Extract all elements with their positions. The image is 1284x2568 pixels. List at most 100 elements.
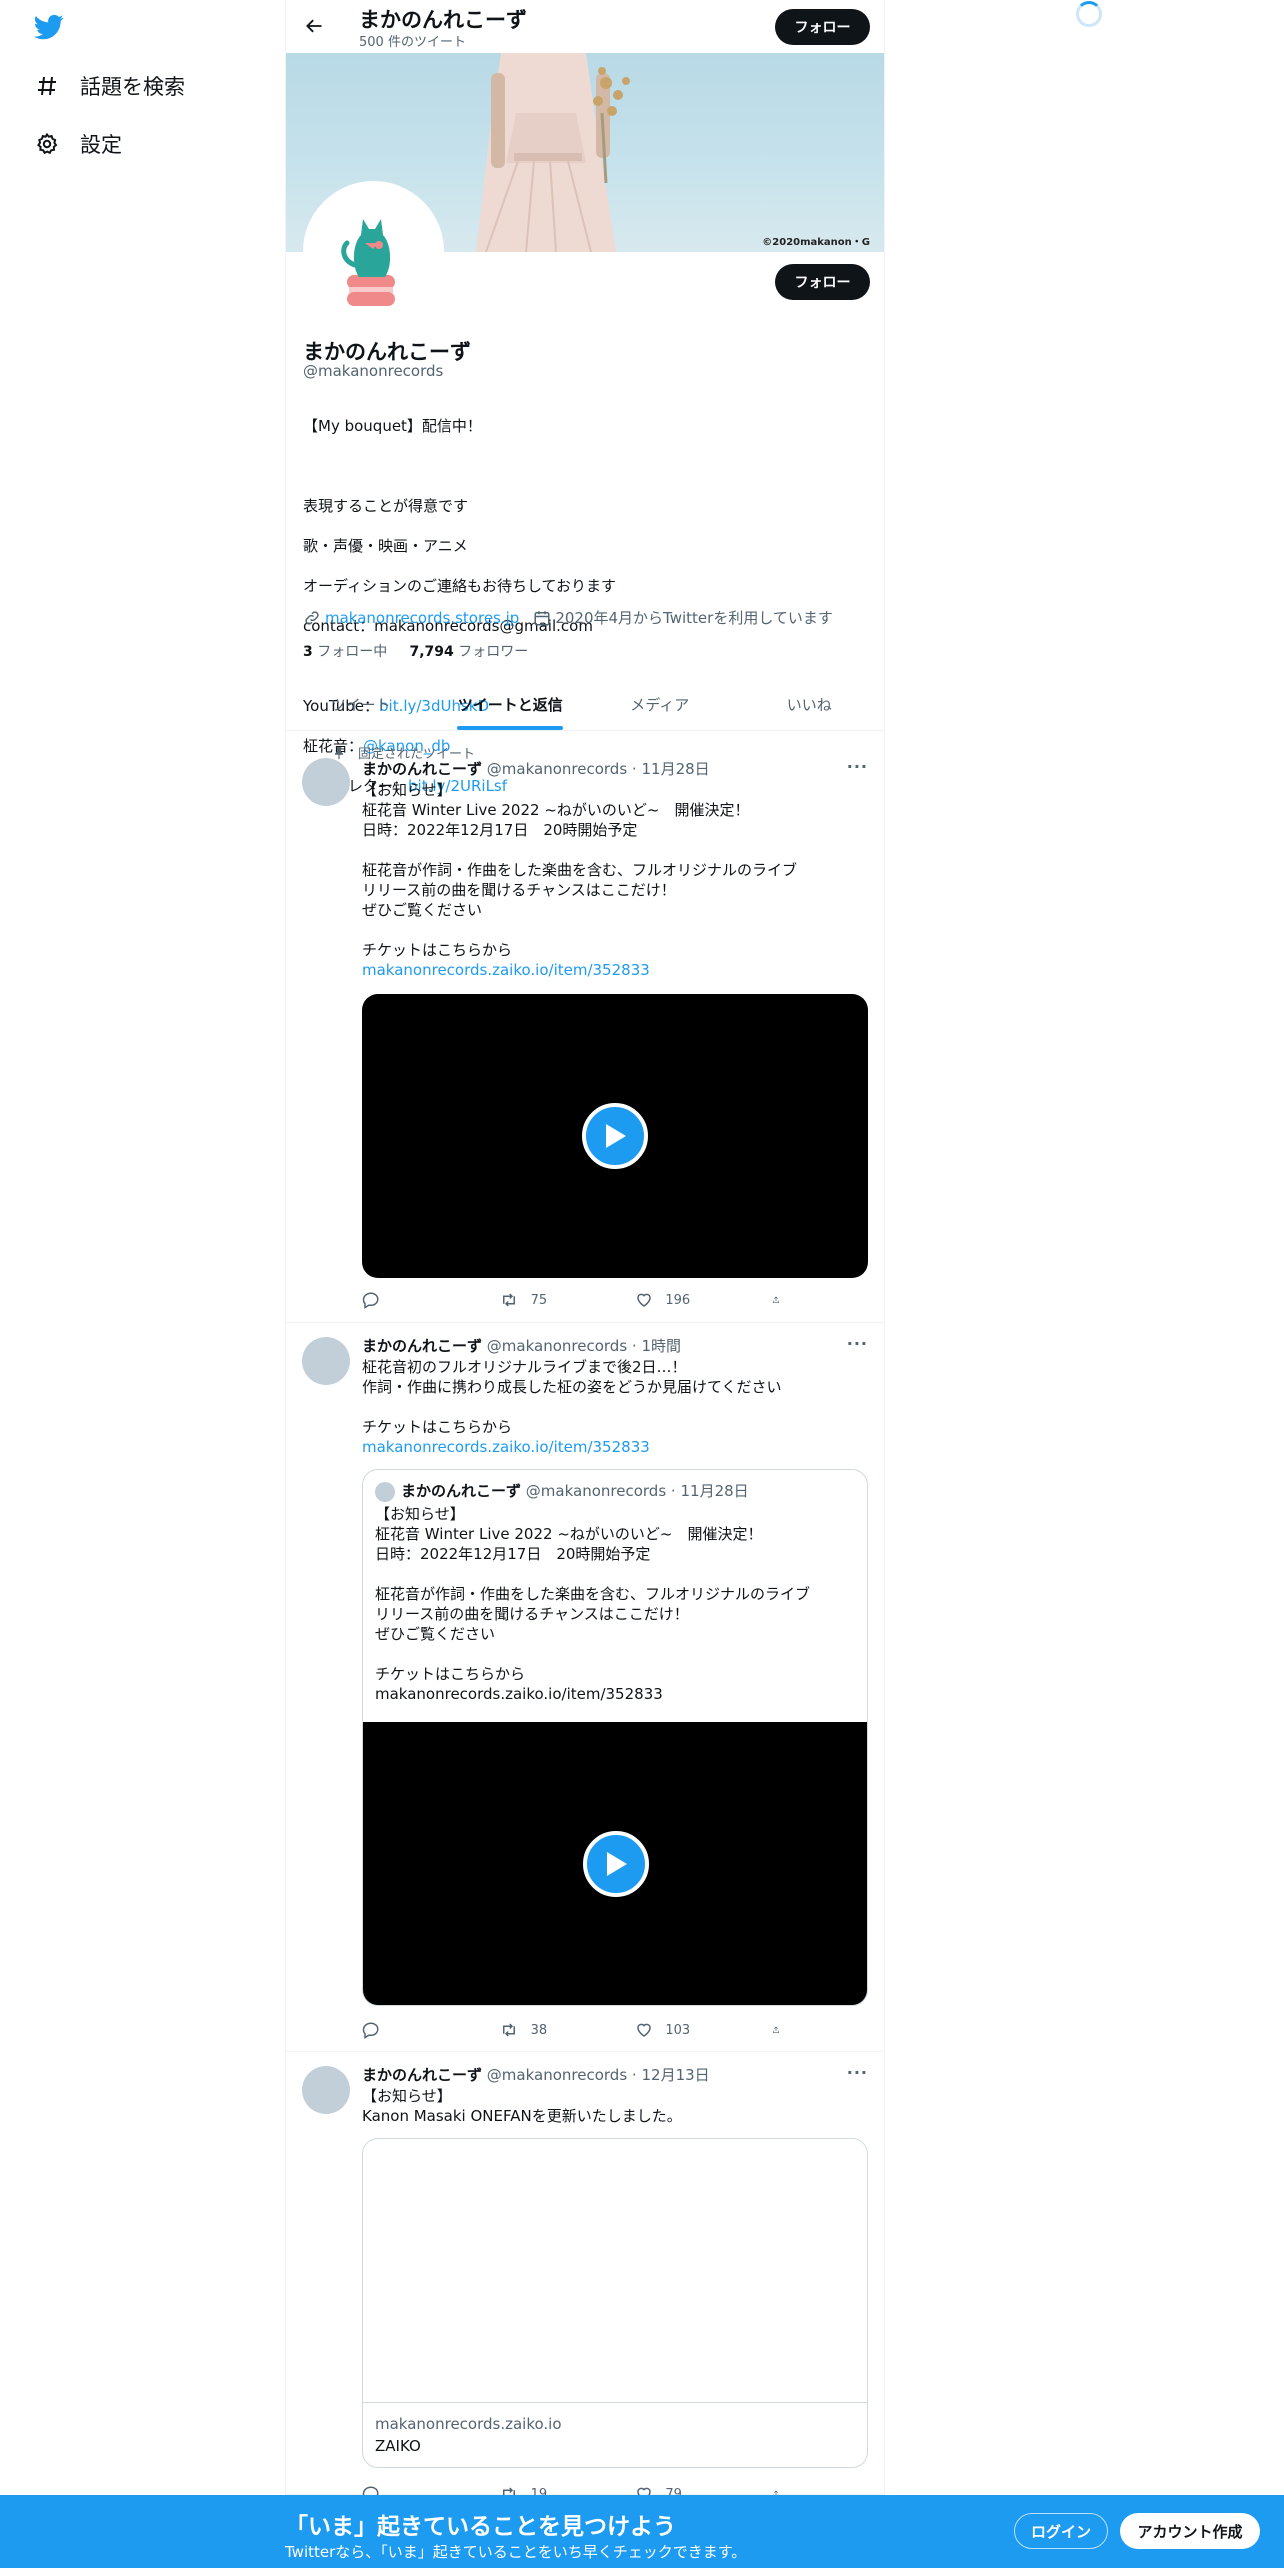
- play-button-icon[interactable]: [582, 1103, 648, 1169]
- avatar[interactable]: [302, 1337, 350, 1385]
- followers-link[interactable]: 7,794 フォロワー: [409, 644, 528, 660]
- author-handle[interactable]: @makanonrecords: [487, 760, 627, 778]
- bio-blank-line: [303, 456, 616, 476]
- signup-banner-subtitle: Twitterなら、「いま」起きていることをいち早くチェックできます。: [285, 2543, 747, 2561]
- tweet-header: まかのんれこーず @makanonrecords · 12月13日: [362, 2066, 710, 2084]
- retweet-button[interactable]: 75: [499, 1290, 619, 1310]
- sidebar-item-settings[interactable]: 設定: [34, 122, 122, 166]
- retweet-icon: [502, 1293, 515, 1307]
- signup-banner: 「いま」起きていることを見つけよう Twitterなら、「いま」起きていることを…: [0, 2495, 1284, 2568]
- tweet-time[interactable]: 1時間: [641, 1337, 681, 1355]
- author-name: まかのんれこーず: [401, 1482, 522, 1500]
- retweet-count: 38: [530, 2022, 548, 2038]
- tweet-actions: 75 196: [362, 1290, 792, 1310]
- share-icon: [772, 2026, 779, 2033]
- page-title: まかのんれこーず: [359, 8, 527, 32]
- tweet-text: 【お知らせ】 柾花音 Winter Live 2022 ~ねがいのいど~ 開催決…: [362, 781, 798, 980]
- share-button[interactable]: [772, 2020, 792, 2040]
- bio-line: 歌・声優・映画・アニメ: [303, 537, 468, 555]
- banner-credit: ©2020makanon・G: [762, 237, 870, 248]
- profile-timeline-column: まかのんれこーず 500 件のツイート フォロー ©2020makanon・G: [285, 0, 885, 2568]
- follow-button[interactable]: フォロー: [775, 9, 870, 45]
- reply-button[interactable]: [362, 2020, 482, 2040]
- card-image: [363, 2139, 867, 2403]
- profile-header-bar: まかのんれこーず 500 件のツイート フォロー: [286, 0, 884, 53]
- website-link[interactable]: makanonrecords.stores.jp: [325, 609, 519, 627]
- like-count: 196: [665, 1292, 691, 1308]
- follow-counts: 3 フォロー中 7,794 フォロワー: [303, 641, 528, 661]
- like-count: 103: [665, 2022, 691, 2038]
- author-name[interactable]: まかのんれこーず: [362, 2066, 482, 2084]
- signup-button[interactable]: アカウント作成: [1120, 2513, 1260, 2549]
- like-button[interactable]: 103: [635, 2020, 755, 2040]
- video-player[interactable]: [362, 994, 868, 1278]
- profile-meta: makanonrecords.stores.jp 2020年4月からTwitte…: [303, 607, 847, 628]
- profile-avatar[interactable]: [303, 181, 444, 322]
- signup-banner-title: 「いま」起きていることを見つけよう: [285, 2514, 676, 2540]
- pin-icon: [334, 746, 344, 759]
- avatar: [375, 1482, 395, 1502]
- profile-handle: @makanonrecords: [303, 362, 444, 380]
- tweet[interactable]: まかのんれこーず @makanonrecords · 1時間 ··· 柾花音初の…: [286, 1323, 884, 2052]
- bio-line: 表現することが得意です: [303, 497, 469, 515]
- quoted-tweet[interactable]: まかのんれこーず @makanonrecords · 11月28日 【お知らせ】…: [362, 1469, 868, 2006]
- following-link[interactable]: 3 フォロー中: [303, 644, 387, 660]
- website-item: makanonrecords.stores.jp: [303, 609, 519, 627]
- ticket-link[interactable]: makanonrecords.zaiko.io/item/352833: [362, 1437, 782, 1457]
- card-domain: makanonrecords.zaiko.io: [375, 2415, 562, 2433]
- reply-icon: [362, 1292, 379, 1309]
- profile-follow-button[interactable]: フォロー: [775, 264, 870, 300]
- sidebar-item-label: 話題を検索: [80, 75, 185, 99]
- author-name[interactable]: まかのんれこーず: [362, 1337, 482, 1355]
- tweet-time[interactable]: 12月13日: [641, 2066, 709, 2084]
- tweet-header: まかのんれこーず @makanonrecords · 1時間: [362, 1337, 682, 1355]
- joined-item: 2020年4月からTwitterを利用しています: [533, 607, 833, 628]
- tweet-header: まかのんれこーず @makanonrecords · 11月28日: [362, 760, 710, 778]
- retweet-icon: [502, 2023, 515, 2037]
- tweet-time[interactable]: 11月28日: [641, 760, 709, 778]
- twitter-bird-icon[interactable]: [32, 12, 66, 42]
- video-player[interactable]: [363, 1722, 867, 2005]
- tweet-text: 柾花音初のフルオリジナルライブまで後2日…！ 作詞・作曲に携わり成長した柾の姿を…: [362, 1358, 782, 1457]
- loading-spinner-icon: [1076, 1, 1102, 27]
- retweet-count: 75: [530, 1292, 548, 1308]
- profile-tabs: ツイート ツイートと返信 メディア いいね: [286, 678, 884, 731]
- tweet-time: 11月28日: [680, 1482, 749, 1500]
- link-card[interactable]: makanonrecords.zaiko.io ZAIKO: [362, 2138, 868, 2468]
- login-button[interactable]: ログイン: [1014, 2513, 1108, 2549]
- tab-likes[interactable]: いいね: [735, 678, 885, 730]
- tweet-count: 500 件のツイート: [359, 35, 466, 50]
- bio-line: オーディションのご連絡もお待ちしております: [303, 577, 617, 595]
- tweet-text: 【お知らせ】 Kanon Masaki ONEFANを更新いたしました。: [362, 2087, 682, 2125]
- author-handle: @makanonrecords: [525, 1482, 667, 1500]
- tweet[interactable]: 固定されたツイート まかのんれこーず @makanonrecords · 11月…: [286, 731, 884, 1323]
- left-sidebar: 話題を検索 設定: [0, 0, 285, 2568]
- play-button-icon[interactable]: [583, 1830, 649, 1897]
- quote-header: まかのんれこーず @makanonrecords · 11月28日: [401, 1482, 749, 1500]
- avatar[interactable]: [302, 758, 350, 806]
- share-button[interactable]: [772, 1290, 792, 1310]
- author-handle[interactable]: @makanonrecords: [487, 1337, 627, 1355]
- share-icon: [772, 1296, 779, 1303]
- more-options-icon[interactable]: ···: [847, 1334, 868, 1353]
- heart-icon: [637, 1293, 652, 1307]
- tab-media[interactable]: メディア: [585, 678, 735, 730]
- back-arrow-icon[interactable]: [296, 8, 332, 44]
- ticket-link[interactable]: makanonrecords.zaiko.io/item/352833: [362, 960, 797, 980]
- like-button[interactable]: 196: [635, 1290, 755, 1310]
- tab-tweets-and-replies[interactable]: ツイートと返信: [436, 678, 586, 730]
- sidebar-item-label: 設定: [80, 133, 122, 157]
- heart-icon: [637, 2023, 652, 2037]
- avatar[interactable]: [302, 2066, 350, 2114]
- tweet[interactable]: まかのんれこーず @makanonrecords · 12月13日 ··· 【お…: [286, 2052, 884, 2503]
- tweet-actions: 38 103: [362, 2020, 792, 2040]
- reply-button[interactable]: [362, 1290, 482, 1310]
- tab-tweets[interactable]: ツイート: [286, 678, 436, 730]
- cat-on-macaron-icon: [341, 219, 395, 306]
- more-options-icon[interactable]: ···: [847, 2063, 868, 2082]
- author-handle[interactable]: @makanonrecords: [487, 2066, 627, 2084]
- sidebar-item-explore[interactable]: 話題を検索: [34, 64, 185, 108]
- author-name[interactable]: まかのんれこーず: [362, 760, 482, 778]
- more-options-icon[interactable]: ···: [847, 757, 868, 776]
- retweet-button[interactable]: 38: [499, 2020, 619, 2040]
